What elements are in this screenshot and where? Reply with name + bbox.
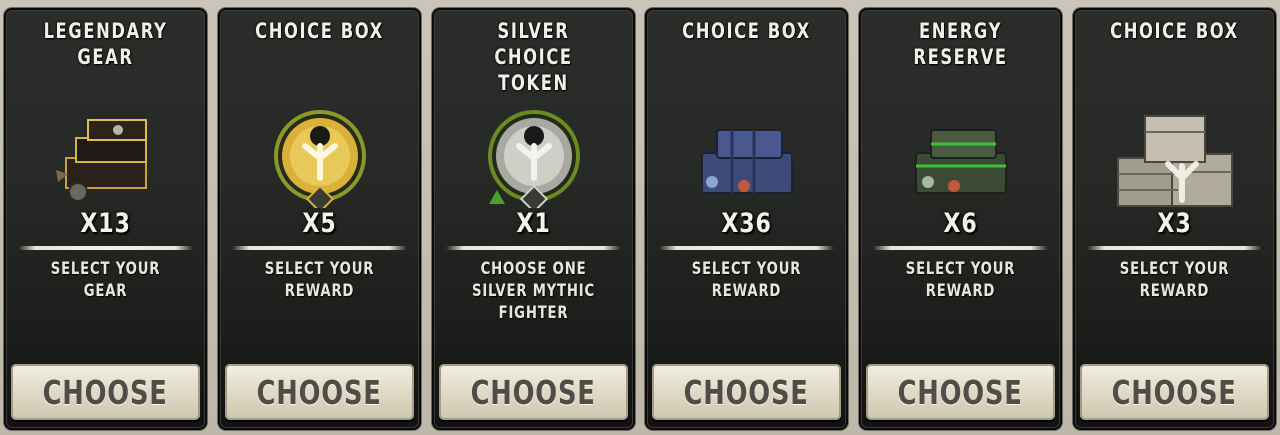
reward-card-row: LEGENDARY GEAR X13 SELECT YOUR GEAR CHOO… [0, 0, 1280, 435]
choose-button[interactable]: CHOOSE [439, 364, 628, 420]
divider [446, 246, 621, 250]
choose-button-label: CHOOSE [683, 372, 809, 412]
choose-button[interactable]: CHOOSE [652, 364, 841, 420]
choose-button[interactable]: CHOOSE [11, 364, 200, 420]
card-title: CHOICE BOX [255, 19, 384, 43]
card-title: CHOICE BOX [682, 19, 811, 43]
reward-card-energy-reserve: ENERGY RESERVE X6 SELECT YOUR REWARD CHO… [859, 8, 1062, 430]
divider [873, 246, 1048, 250]
legendary-gear-crate-icon [4, 108, 207, 218]
reward-card-legendary-gear: LEGENDARY GEAR X13 SELECT YOUR GEAR CHOO… [4, 8, 207, 430]
reward-card-choice-box-blue: CHOICE BOX X36 SELECT YOUR REWARD CHOOSE [645, 8, 848, 430]
divider [1087, 246, 1262, 250]
choose-button-label: CHOOSE [42, 372, 168, 412]
green-crates-icon [859, 108, 1062, 218]
card-description: SELECT YOUR REWARD [1119, 259, 1230, 301]
gold-choice-medallion-icon [218, 108, 421, 218]
divider [232, 246, 407, 250]
card-title: LEGENDARY GEAR [43, 19, 168, 69]
choose-button[interactable]: CHOOSE [225, 364, 414, 420]
reward-card-choice-box-gold: CHOICE BOX X5 SELECT YOUR REWARD CHOOSE [218, 8, 421, 430]
reward-card-silver-choice-token: SILVER CHOICE TOKEN X1 CHOOSE ONE SILVER… [432, 8, 635, 430]
card-description: SELECT YOUR GEAR [50, 259, 161, 301]
wooden-crates-icon [1073, 108, 1276, 218]
blue-crates-icon [645, 108, 848, 218]
divider [18, 246, 193, 250]
item-count: X13 [80, 208, 131, 239]
choose-button-label: CHOOSE [470, 372, 596, 412]
item-count: X36 [721, 208, 772, 239]
choose-button-label: CHOOSE [1111, 372, 1237, 412]
card-title: CHOICE BOX [1110, 19, 1239, 43]
choose-button-label: CHOOSE [897, 372, 1023, 412]
card-title: SILVER CHOICE TOKEN [494, 19, 573, 95]
item-count: X3 [1157, 208, 1192, 239]
divider [659, 246, 834, 250]
card-description: CHOOSE ONE SILVER MYTHIC FIGHTER [471, 259, 595, 323]
card-description: SELECT YOUR REWARD [905, 259, 1016, 301]
card-description: SELECT YOUR REWARD [691, 259, 802, 301]
choose-button-label: CHOOSE [256, 372, 382, 412]
choose-button[interactable]: CHOOSE [866, 364, 1055, 420]
item-count: X1 [516, 208, 551, 239]
choose-button[interactable]: CHOOSE [1080, 364, 1269, 420]
item-count: X6 [943, 208, 978, 239]
item-count: X5 [302, 208, 337, 239]
reward-card-choice-box-wood: CHOICE BOX X3 SELECT YOUR REWARD CHOOSE [1073, 8, 1276, 430]
silver-choice-medallion-icon [432, 108, 635, 218]
card-title: ENERGY RESERVE [913, 19, 1008, 69]
card-description: SELECT YOUR REWARD [264, 259, 375, 301]
